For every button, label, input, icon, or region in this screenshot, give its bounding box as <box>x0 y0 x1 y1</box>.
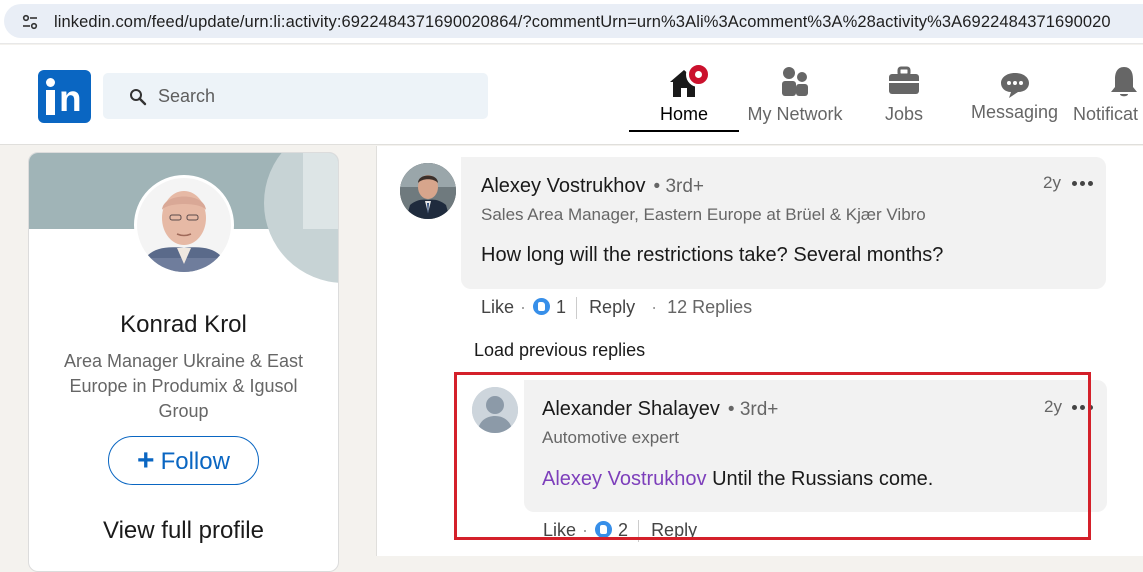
top-navigation: n Home My Network Jobs <box>0 45 1143 145</box>
plus-icon: + <box>137 444 155 477</box>
profile-card: Konrad Krol Area Manager Ukraine & East … <box>28 152 339 572</box>
more-options-icon[interactable] <box>1072 181 1094 187</box>
nav-jobs[interactable]: Jobs <box>864 45 944 145</box>
profile-name[interactable]: Konrad Krol <box>29 311 338 339</box>
like-button[interactable]: Like <box>481 297 514 317</box>
nav-messaging[interactable]: Messaging <box>967 45 1062 145</box>
view-full-profile-link[interactable]: View full profile <box>29 517 338 545</box>
site-settings-icon[interactable] <box>22 14 38 30</box>
comment-actions: Like · 1 Reply · 12 Replies <box>481 297 752 320</box>
load-previous-replies-link[interactable]: Load previous replies <box>474 340 645 361</box>
search-icon <box>130 89 147 106</box>
nav-my-network-label: My Network <box>747 104 843 124</box>
nav-messaging-label: Messaging <box>970 102 1059 122</box>
nav-notifications[interactable]: Notificat <box>1070 45 1143 145</box>
browser-address-bar: linkedin.com/feed/update/urn:li:activity… <box>0 0 1143 44</box>
follow-button[interactable]: + Follow <box>108 436 259 485</box>
briefcase-icon <box>889 66 919 94</box>
notification-badge <box>686 62 711 87</box>
reply-button[interactable]: Reply <box>589 297 635 317</box>
replies-count-link[interactable]: 12 Replies <box>667 297 752 317</box>
nav-notifications-label: Notificat <box>1073 104 1139 124</box>
commenter-avatar[interactable] <box>400 163 456 219</box>
search-box[interactable] <box>103 73 488 119</box>
nav-my-network[interactable]: My Network <box>739 45 851 145</box>
like-reaction-icon[interactable] <box>532 297 552 316</box>
profile-avatar[interactable] <box>134 175 234 275</box>
reaction-count[interactable]: 1 <box>556 297 566 317</box>
url-field[interactable]: linkedin.com/feed/update/urn:li:activity… <box>4 4 1143 38</box>
connection-degree: • 3rd+ <box>653 176 705 197</box>
bell-icon <box>1111 67 1137 97</box>
linkedin-logo[interactable]: n <box>38 70 91 123</box>
messaging-icon <box>1001 73 1029 98</box>
comment-timestamp: 2y <box>1043 173 1061 192</box>
active-tab-indicator <box>629 130 739 132</box>
comment-author[interactable]: Alexey Vostrukhov • 3rd+ <box>481 175 704 198</box>
highlight-box <box>454 372 1091 540</box>
comment-author-headline: Sales Area Manager, Eastern Europe at Br… <box>481 205 926 224</box>
comment-text: How long will the restrictions take? Sev… <box>481 244 944 266</box>
url-text[interactable]: linkedin.com/feed/update/urn:li:activity… <box>54 13 1111 32</box>
nav-home[interactable]: Home <box>629 45 739 145</box>
people-icon <box>782 67 808 96</box>
nav-jobs-label: Jobs <box>884 104 924 124</box>
profile-headline: Area Manager Ukraine & East Europe in Pr… <box>63 351 304 421</box>
nav-home-label: Home <box>659 104 708 124</box>
comment-bubble: Alexey Vostrukhov • 3rd+ Sales Area Manag… <box>461 157 1106 289</box>
search-input[interactable] <box>158 84 458 108</box>
follow-label: Follow <box>160 448 230 475</box>
